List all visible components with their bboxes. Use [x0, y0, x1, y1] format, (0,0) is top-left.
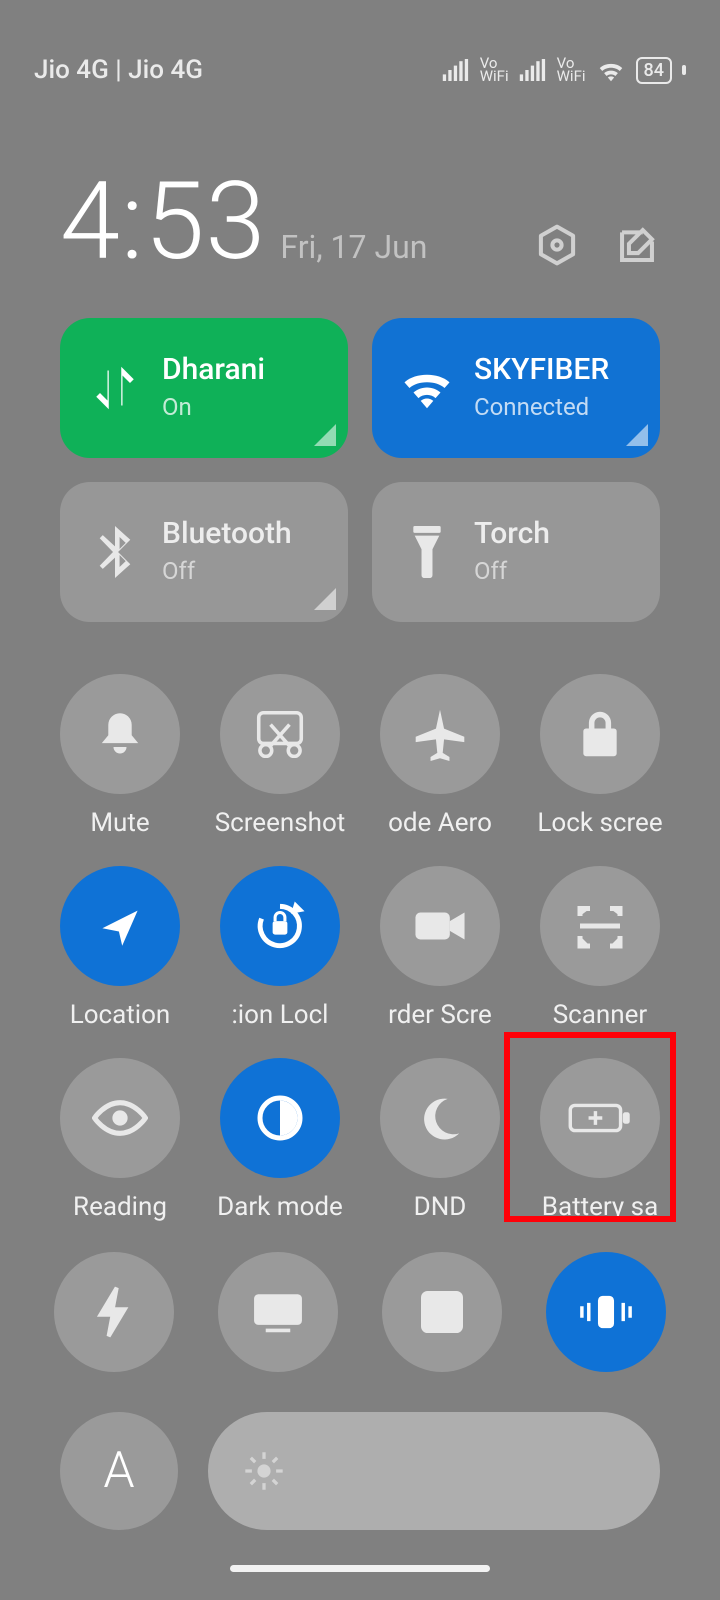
tile-label: DND	[414, 1192, 467, 1222]
vibrate-icon	[575, 1290, 637, 1334]
nav-icon	[98, 904, 142, 948]
tile-dark-mode[interactable]: Dark mode	[205, 1058, 355, 1222]
toggle-row-4	[0, 1252, 720, 1412]
tile-cast[interactable]	[218, 1252, 338, 1372]
battery-plus-icon	[568, 1100, 632, 1136]
resize-icon	[418, 1288, 466, 1336]
torch-icon	[398, 526, 456, 578]
battery-nub-icon	[682, 65, 686, 75]
tile-status: Off	[474, 557, 550, 585]
eye-icon	[92, 1100, 148, 1136]
tile-scanner[interactable]: Scanner	[525, 866, 675, 1030]
tile-label: Scanner	[553, 1000, 648, 1030]
tile-location[interactable]: Location	[45, 866, 195, 1030]
tile-wifi[interactable]: SKYFIBER Connected	[372, 318, 660, 458]
tile-rotation-lock[interactable]: :ion Locl	[205, 866, 355, 1030]
clock-row: 4:53 Fri, 17 Jun	[0, 140, 720, 318]
brightness-slider[interactable]	[208, 1412, 660, 1530]
signal-icon-2	[519, 59, 547, 81]
sun-icon	[242, 1449, 286, 1493]
expand-icon[interactable]	[626, 424, 648, 446]
tile-status: On	[162, 393, 265, 421]
tile-bolt[interactable]	[54, 1252, 174, 1372]
clock-time: 4:53	[60, 168, 266, 276]
tile-bluetooth[interactable]: Bluetooth Off	[60, 482, 348, 622]
tile-status: Off	[162, 557, 292, 585]
tile-title: Bluetooth	[162, 519, 292, 549]
auto-brightness-button[interactable]: A	[60, 1412, 178, 1530]
carrier-label: Jio 4G | Jio 4G	[34, 55, 203, 85]
scissors-icon	[254, 710, 306, 758]
tile-label: :ion Locl	[231, 1000, 328, 1030]
gesture-bar[interactable]	[230, 1565, 490, 1572]
toggle-grid: Mute Screenshot ode Aero Lock scree Loca…	[0, 646, 720, 1252]
monitor-icon	[251, 1290, 305, 1334]
tile-title: Dharani	[162, 355, 265, 385]
settings-icon[interactable]	[534, 222, 580, 268]
expand-icon[interactable]	[314, 424, 336, 446]
vowifi-label-2: VoWiFi	[557, 57, 586, 84]
tile-torch[interactable]: Torch Off	[372, 482, 660, 622]
plane-icon	[413, 707, 467, 761]
contrast-icon	[255, 1093, 305, 1143]
big-tile-grid: Dharani On SKYFIBER Connected Bluetooth …	[0, 318, 720, 646]
tile-label: Mute	[90, 808, 149, 838]
tile-status: Connected	[474, 393, 609, 421]
bell-icon	[94, 708, 146, 760]
tile-title: SKYFIBER	[474, 355, 609, 385]
wifi-icon	[398, 367, 456, 409]
wifi-icon	[596, 58, 626, 82]
tile-airplane[interactable]: ode Aero	[365, 674, 515, 838]
edit-icon[interactable]	[614, 222, 660, 268]
lock-icon	[577, 709, 623, 759]
tile-label: Dark mode	[217, 1192, 343, 1222]
vowifi-label-1: VoWiFi	[480, 57, 509, 84]
bluetooth-icon	[86, 526, 144, 578]
tile-screenshot[interactable]: Screenshot	[205, 674, 355, 838]
tile-label: Reading	[73, 1192, 167, 1222]
tile-vibrate[interactable]	[546, 1252, 666, 1372]
rotation-lock-icon	[253, 899, 307, 953]
status-bar: Jio 4G | Jio 4G VoWiFi VoWiFi 84	[0, 0, 720, 140]
tile-mute[interactable]: Mute	[45, 674, 195, 838]
tile-floating[interactable]	[382, 1252, 502, 1372]
tile-label: Location	[70, 1000, 171, 1030]
tile-dnd[interactable]: DND	[365, 1058, 515, 1222]
brightness-row: A	[0, 1412, 720, 1530]
tile-label: ode Aero	[388, 808, 492, 838]
tile-battery-saver[interactable]: Battery sa	[525, 1058, 675, 1222]
battery-pct: 84	[636, 57, 672, 84]
auto-label: A	[103, 1442, 134, 1500]
bolt-icon	[94, 1285, 134, 1339]
scanner-icon	[575, 901, 625, 951]
tile-mobile-data[interactable]: Dharani On	[60, 318, 348, 458]
moon-icon	[417, 1095, 463, 1141]
tile-label: Lock scree	[537, 808, 662, 838]
status-icons: VoWiFi VoWiFi 84	[442, 57, 686, 84]
video-icon	[413, 906, 467, 946]
tile-label: rder Scre	[388, 1000, 492, 1030]
tile-label: Battery sa	[542, 1192, 659, 1222]
tile-lockscreen[interactable]: Lock scree	[525, 674, 675, 838]
clock-date: Fri, 17 Jun	[280, 228, 427, 276]
data-swap-icon	[86, 363, 144, 413]
expand-icon[interactable]	[314, 588, 336, 610]
tile-label: Screenshot	[215, 808, 346, 838]
signal-icon	[442, 59, 470, 81]
tile-title: Torch	[474, 519, 550, 549]
tile-reading-mode[interactable]: Reading	[45, 1058, 195, 1222]
tile-screen-recorder[interactable]: rder Scre	[365, 866, 515, 1030]
